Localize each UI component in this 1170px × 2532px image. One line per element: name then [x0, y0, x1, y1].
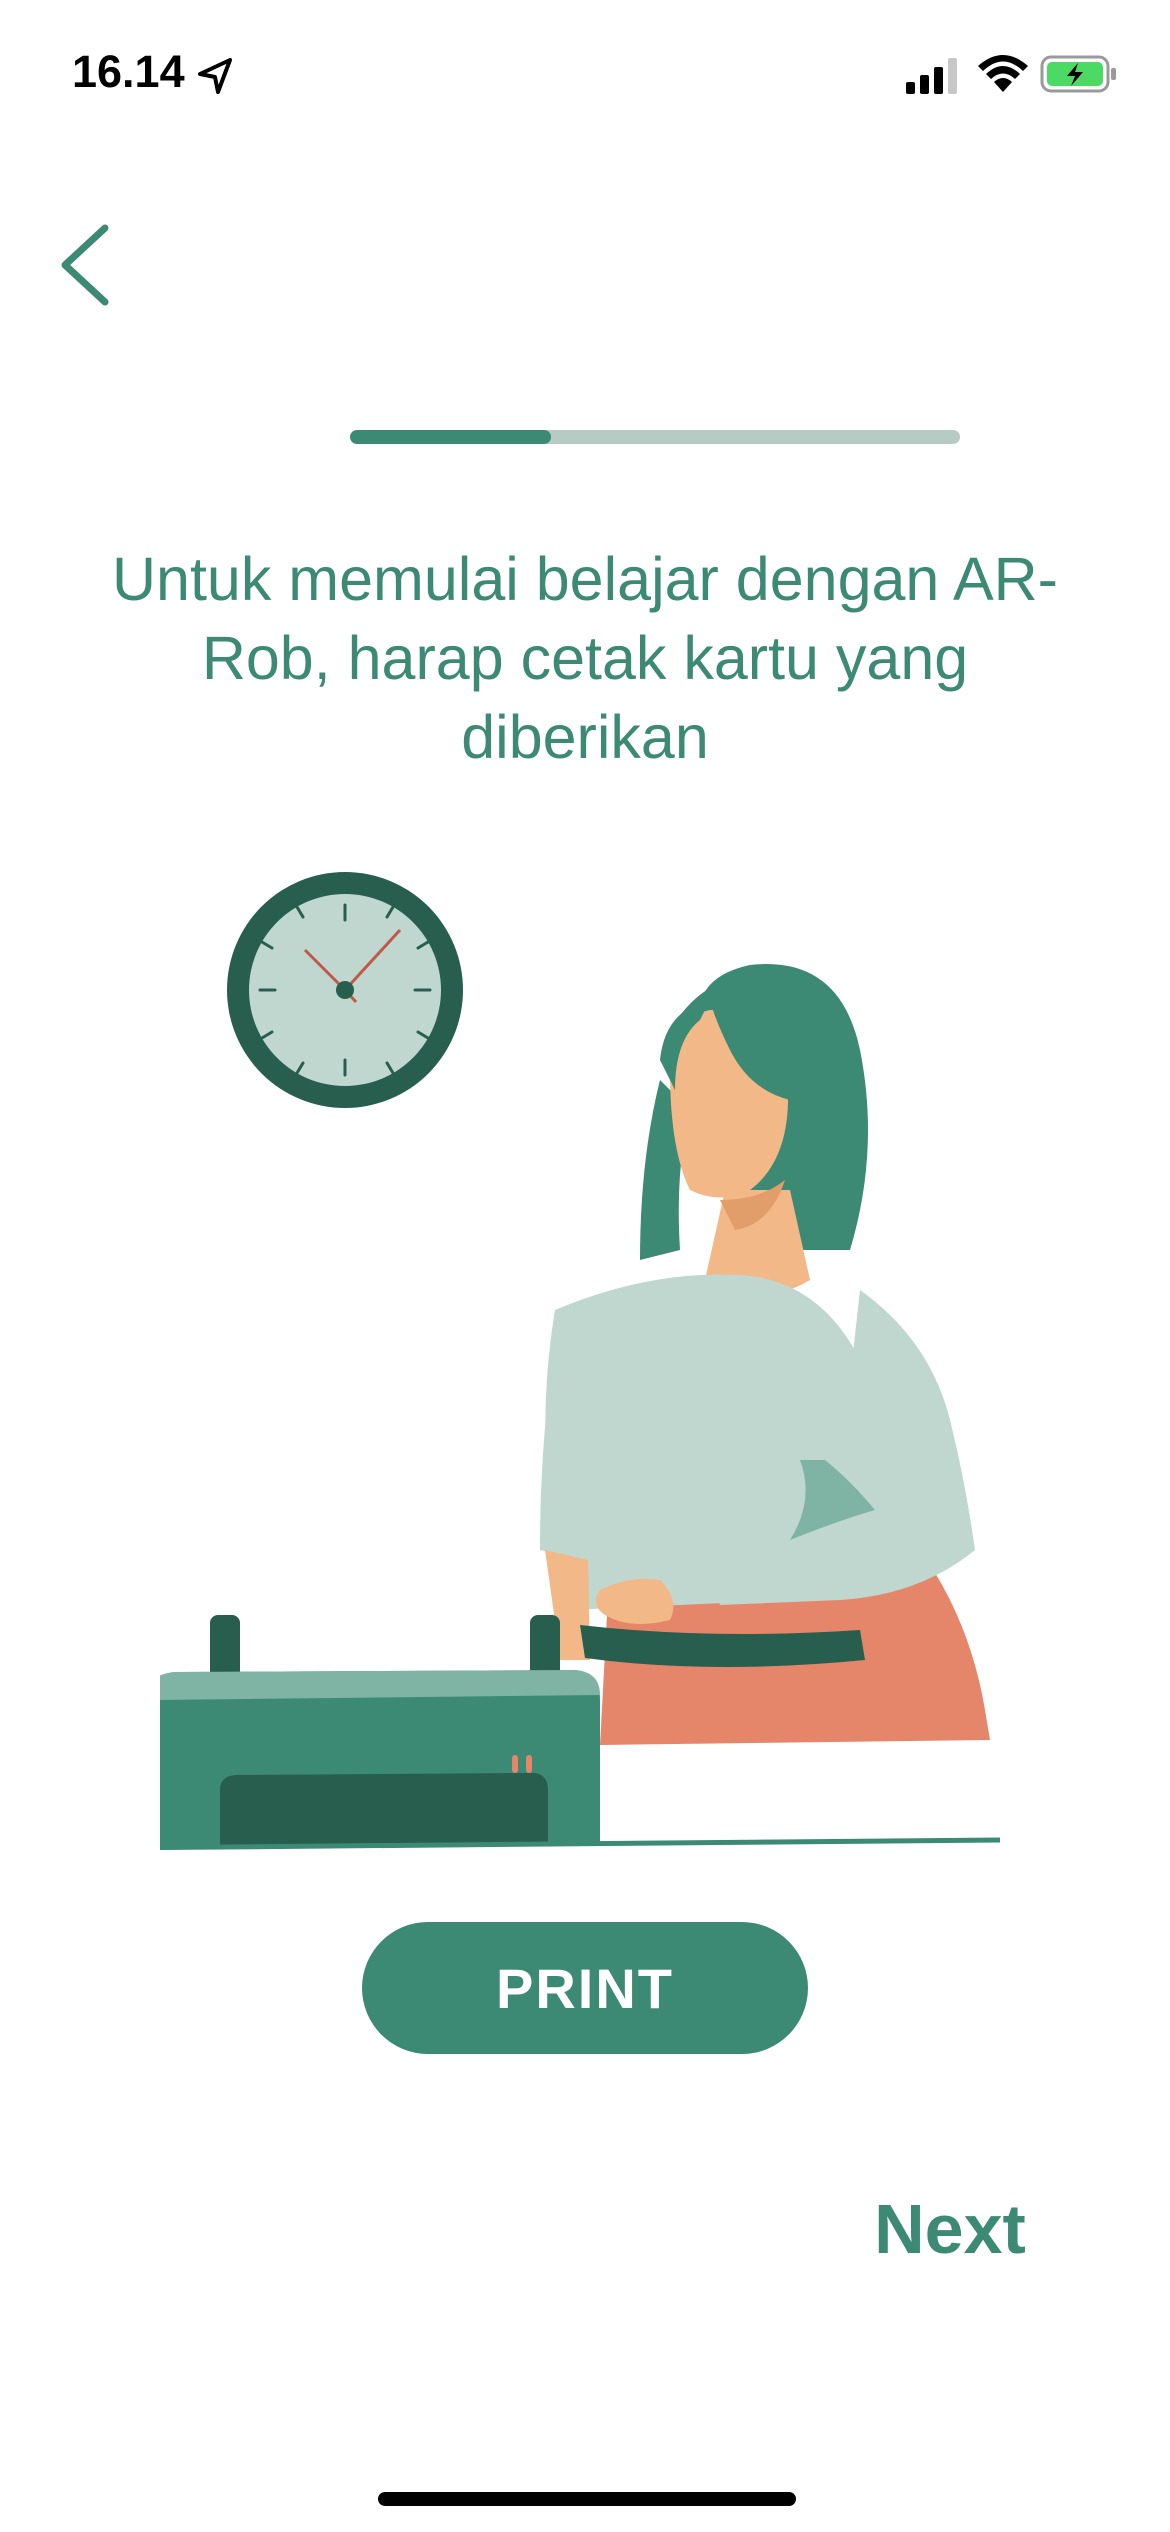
- woman-figure: [540, 964, 990, 1745]
- wall-clock-icon: [227, 872, 463, 1108]
- instruction-text: Untuk memulai belajar dengan AR-Rob, har…: [111, 545, 1058, 771]
- home-indicator[interactable]: [378, 2492, 796, 2506]
- print-button[interactable]: PRINT: [362, 1922, 808, 2054]
- next-button[interactable]: Next: [860, 2184, 1040, 2274]
- back-button[interactable]: [40, 210, 130, 320]
- status-time: 16.14: [72, 46, 185, 97]
- onboarding-progress-bar: [350, 430, 960, 444]
- location-arrow-icon: [198, 58, 232, 94]
- cellular-signal-icon: [906, 58, 957, 94]
- wifi-icon: [978, 55, 1028, 92]
- woman-at-printer-illustration: [160, 872, 1001, 1851]
- chevron-left-icon: [61, 224, 109, 306]
- status-bar: 16.14: [0, 0, 1170, 150]
- progress-fill: [350, 430, 552, 444]
- battery-charging-icon: [1040, 55, 1116, 93]
